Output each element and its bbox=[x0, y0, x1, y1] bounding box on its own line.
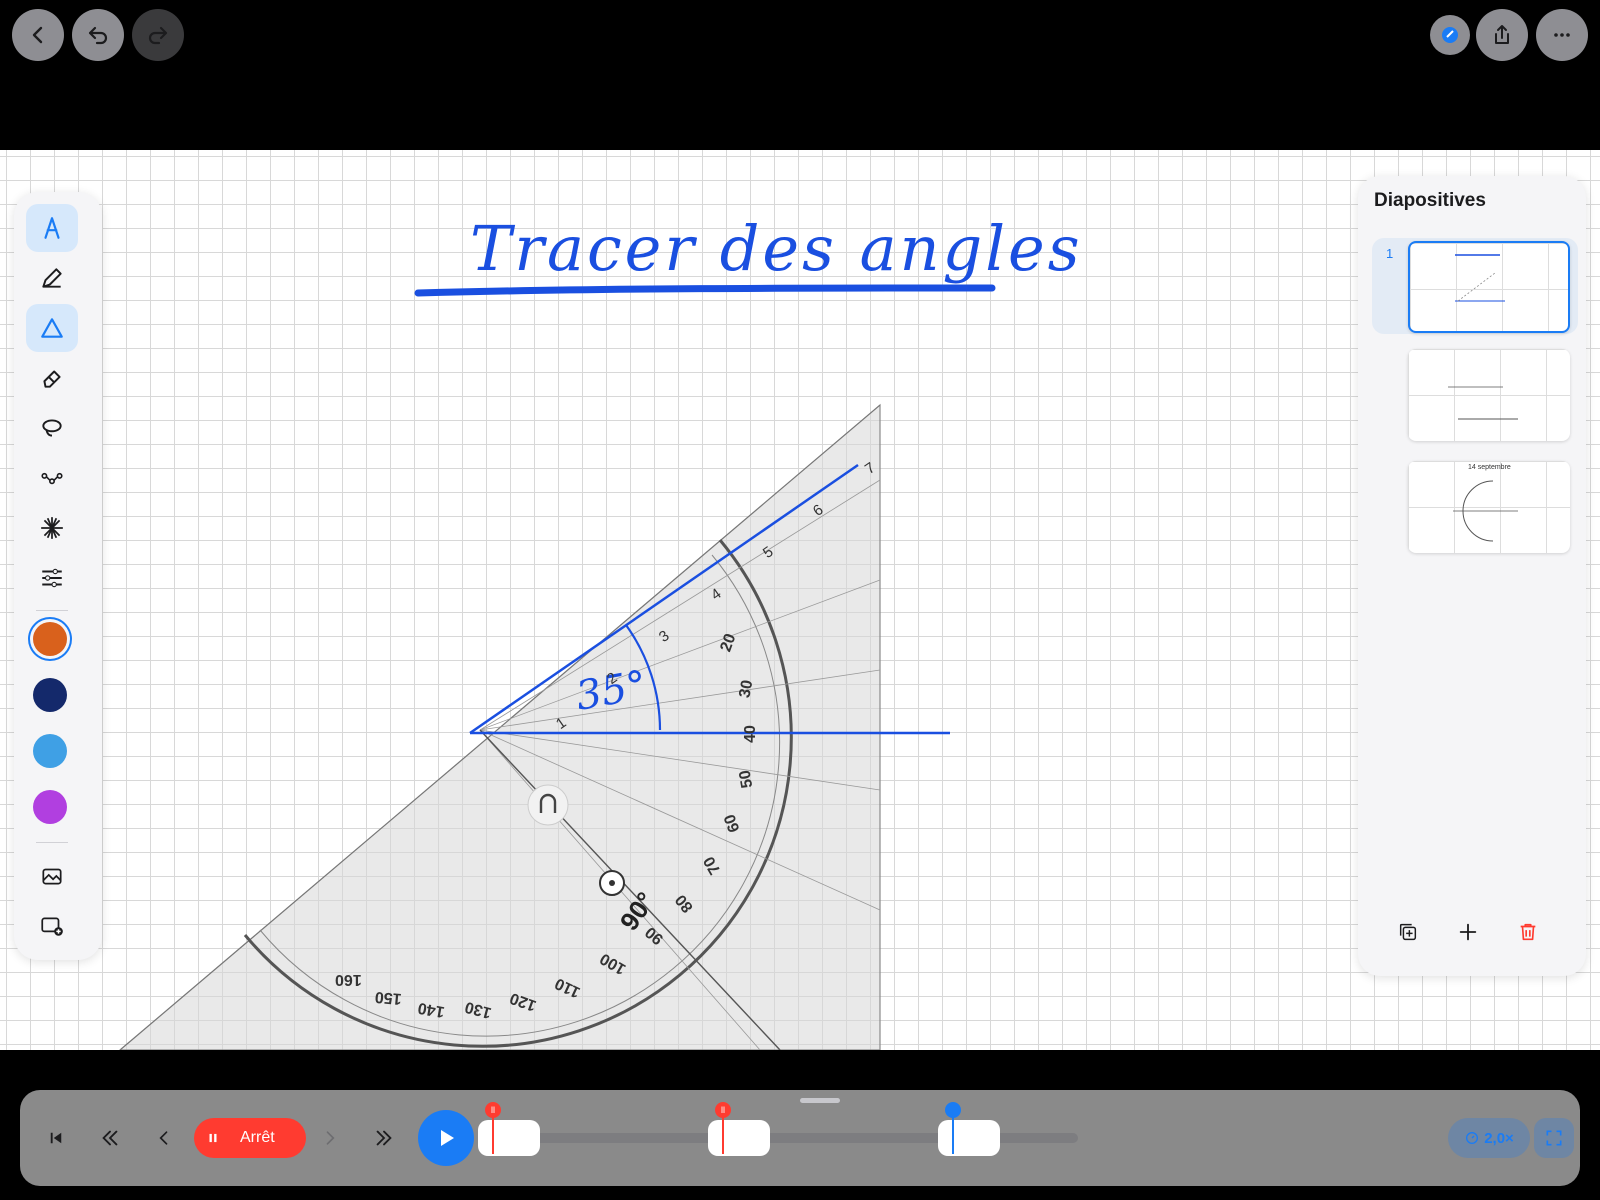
compass-tool[interactable] bbox=[26, 204, 78, 252]
pause-marker-icon: ll bbox=[485, 1102, 501, 1118]
stop-label: Arrêt bbox=[240, 1129, 275, 1146]
fit-screen-button[interactable] bbox=[1534, 1118, 1574, 1158]
timeline-keyframe-2[interactable]: ll bbox=[708, 1102, 770, 1156]
undo-icon bbox=[88, 26, 108, 45]
protractor-label-30: 30 bbox=[736, 678, 757, 700]
rewind-button[interactable] bbox=[92, 1120, 128, 1156]
duplicate-slide-button[interactable] bbox=[1392, 916, 1424, 948]
pause-marker-icon: ll bbox=[715, 1102, 731, 1118]
top-bar bbox=[0, 0, 1600, 150]
image-icon bbox=[42, 868, 62, 885]
next-button[interactable] bbox=[312, 1120, 348, 1156]
protractor-label-40: 40 bbox=[741, 725, 759, 743]
pause-icon bbox=[209, 1133, 217, 1143]
image-tool[interactable] bbox=[26, 852, 78, 900]
previous-button[interactable] bbox=[146, 1120, 182, 1156]
ellipsis-icon bbox=[1554, 33, 1570, 37]
trash-icon bbox=[1520, 923, 1536, 941]
pencil-tool[interactable] bbox=[26, 254, 78, 302]
fast-forward-button[interactable] bbox=[366, 1120, 402, 1156]
protractor-label-50: 50 bbox=[736, 768, 757, 790]
skip-to-start-icon bbox=[50, 1132, 62, 1144]
tool-palette bbox=[14, 192, 102, 960]
fit-screen-icon bbox=[1546, 1130, 1562, 1146]
pencil-icon bbox=[42, 268, 62, 288]
eraser-tool[interactable] bbox=[26, 354, 78, 402]
node-graph-icon bbox=[41, 472, 63, 485]
playhead-icon bbox=[945, 1102, 961, 1118]
share-button[interactable] bbox=[1476, 9, 1528, 61]
speedometer-icon bbox=[1466, 1132, 1479, 1144]
play-icon bbox=[441, 1130, 454, 1146]
apple-pencil-icon bbox=[1442, 27, 1458, 43]
slide-number: 1 bbox=[1386, 246, 1394, 261]
slides-panel: Diapositives 1 14 septembre bbox=[1358, 176, 1586, 976]
timeline-keyframe-3[interactable] bbox=[938, 1102, 1000, 1156]
delete-slide-button[interactable] bbox=[1512, 916, 1544, 948]
toolbar-divider bbox=[36, 842, 68, 843]
slide-thumbnail-1[interactable] bbox=[1408, 241, 1570, 333]
duplicate-icon bbox=[1399, 923, 1417, 941]
double-chevron-right-icon bbox=[376, 1130, 392, 1146]
canvas-title: Tracer des angles bbox=[470, 212, 1083, 285]
node-graph-tool[interactable] bbox=[26, 454, 78, 502]
add-image-tool[interactable] bbox=[26, 902, 78, 950]
color-swatch-purple[interactable] bbox=[33, 790, 67, 824]
compass-icon bbox=[44, 217, 60, 239]
speed-label: 2,0× bbox=[1484, 1129, 1514, 1147]
title-underline bbox=[414, 284, 996, 297]
more-button[interactable] bbox=[1536, 9, 1588, 61]
color-swatch-navy[interactable] bbox=[33, 678, 67, 712]
speed-button[interactable]: 2,0× bbox=[1448, 1118, 1530, 1158]
toolbar-divider bbox=[36, 610, 68, 611]
undo-button[interactable] bbox=[72, 9, 124, 61]
back-button[interactable] bbox=[12, 9, 64, 61]
eraser-icon bbox=[43, 370, 61, 388]
double-chevron-left-icon bbox=[102, 1130, 118, 1146]
drag-handle[interactable] bbox=[800, 1098, 840, 1103]
lasso-tool[interactable] bbox=[26, 404, 78, 452]
slide-thumbnail-2[interactable] bbox=[1408, 349, 1570, 441]
add-slide-button[interactable] bbox=[1452, 916, 1484, 948]
settings-tool[interactable] bbox=[26, 554, 78, 602]
protractor-label-150: 150 bbox=[374, 987, 403, 1008]
slides-title: Diapositives bbox=[1374, 190, 1486, 211]
timeline-keyframe-1[interactable]: ll bbox=[478, 1102, 540, 1156]
share-icon bbox=[1495, 25, 1509, 44]
burst-tool[interactable] bbox=[26, 504, 78, 552]
chevron-right-icon bbox=[326, 1131, 335, 1145]
slide-thumbnail-3[interactable]: 14 septembre bbox=[1408, 461, 1570, 553]
add-image-icon bbox=[41, 917, 63, 936]
lasso-icon bbox=[42, 419, 62, 437]
pen-mode-button[interactable] bbox=[1430, 15, 1470, 55]
color-swatch-light-blue[interactable] bbox=[33, 734, 67, 768]
triangle-ruler-tool[interactable] bbox=[26, 304, 78, 352]
chevron-left-icon bbox=[32, 26, 43, 44]
color-swatch-orange[interactable] bbox=[33, 622, 67, 656]
play-button[interactable] bbox=[418, 1110, 474, 1166]
plus-icon bbox=[1459, 923, 1477, 941]
protractor-label-160: 160 bbox=[335, 971, 362, 988]
sliders-icon bbox=[42, 568, 62, 588]
redo-button[interactable] bbox=[132, 9, 184, 61]
burst-icon bbox=[41, 517, 63, 539]
redo-icon bbox=[148, 26, 168, 45]
triangle-ruler-icon bbox=[41, 318, 63, 338]
stop-button[interactable]: Arrêt bbox=[194, 1118, 306, 1158]
playback-bar: Arrêt ll ll 2,0× bbox=[20, 1090, 1580, 1186]
chevron-left-icon bbox=[159, 1131, 168, 1145]
skip-to-start-button[interactable] bbox=[38, 1120, 74, 1156]
